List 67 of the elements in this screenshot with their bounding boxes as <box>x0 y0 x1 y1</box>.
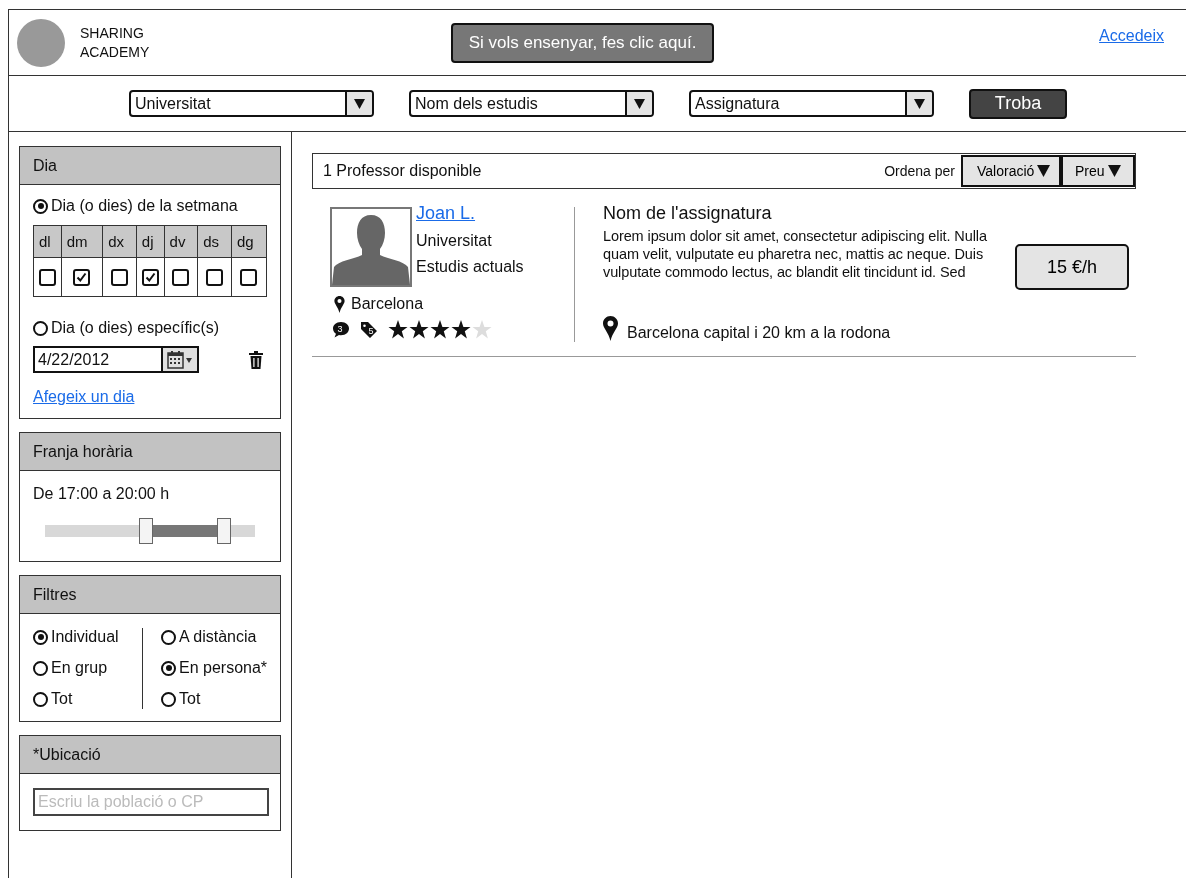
login-link[interactable]: Accedeix <box>1099 26 1164 45</box>
caret-icon <box>1107 165 1121 177</box>
price-button[interactable]: 15 €/h <box>1015 244 1129 290</box>
teacher-name-link[interactable]: Joan L. <box>416 203 524 224</box>
caret-icon <box>634 98 645 109</box>
location-field[interactable]: Escriu la població o CP <box>33 788 269 816</box>
teacher-university: Universitat <box>416 232 493 250</box>
logo-text: SHARING ACADEMY <box>80 23 151 62</box>
table-cell: dj <box>136 225 165 258</box>
check-icon <box>144 272 156 284</box>
checkbox[interactable] <box>240 269 258 287</box>
subject-description: Lorem ipsum dolor sit amet, consectetur adipiscing elit. Nulla quam velit, vulputate eu pharetra nec, mattis ac neque. Duis vulputate commodo lectus, ac blandit elit tincidunt id. Sed <box>603 227 988 281</box>
checkbox[interactable] <box>206 269 224 287</box>
radio-option[interactable]: Dia (o dies) específic(s) <box>33 319 267 337</box>
panel-title: Dia <box>33 156 57 175</box>
radio-option[interactable]: Tot <box>33 690 142 708</box>
sort-button[interactable]: Valoració <box>961 155 1061 187</box>
slider-thumb[interactable] <box>216 518 231 544</box>
panel-title: *Ubicació <box>33 745 101 764</box>
table-cell: dg <box>231 225 267 258</box>
table-cell: ds <box>197 225 232 258</box>
checkbox[interactable] <box>38 269 56 287</box>
radio-option[interactable]: A distància <box>161 628 268 646</box>
table-cell: dv <box>164 225 198 258</box>
table-cell: dm <box>61 225 103 258</box>
checkbox[interactable] <box>172 269 190 287</box>
sort-button[interactable]: Preu <box>1061 155 1135 187</box>
dropdown[interactable]: Nom dels estudis <box>409 90 654 117</box>
dropdown[interactable]: Universitat <box>129 90 374 117</box>
search-button[interactable]: Troba <box>969 88 1067 119</box>
location-pin-icon <box>334 295 345 313</box>
radio-option[interactable]: Individual <box>33 628 142 646</box>
time-range-text: De 17:00 a 20:00 h <box>33 485 171 503</box>
checkbox[interactable] <box>141 269 159 287</box>
logo-placeholder <box>17 18 65 67</box>
service-area: Barcelona capital i 20 km a la rodona <box>627 324 891 342</box>
radio-option[interactable]: Dia (o dies) de la setmana <box>33 197 267 215</box>
sort-label: Ordena per <box>884 163 955 179</box>
teacher-studies: Estudis actuals <box>416 258 524 276</box>
radio-option[interactable]: En grup <box>33 659 142 677</box>
calendar-icon <box>167 350 193 369</box>
radio-option[interactable]: En persona* <box>161 659 268 677</box>
radio-option[interactable]: Tot <box>161 690 268 708</box>
date-field[interactable]: 4/22/2012 <box>33 346 161 373</box>
table-cell: dx <box>102 225 137 258</box>
add-day-link[interactable]: Afegeix un dia <box>33 388 135 406</box>
teacher-city: Barcelona <box>351 295 424 313</box>
slider-thumb[interactable] <box>138 518 153 544</box>
results-count: 1 Professor disponible <box>323 162 483 180</box>
dropdown[interactable]: Assignatura <box>689 90 934 117</box>
checkbox[interactable] <box>73 269 91 287</box>
caret-icon <box>1037 165 1051 177</box>
trash-icon[interactable] <box>249 350 263 369</box>
panel-title: Franja horària <box>33 442 133 461</box>
comment-count-badge: 3 <box>332 321 350 338</box>
table-cell: dl <box>33 225 62 258</box>
caret-icon <box>914 98 925 109</box>
check-icon <box>76 272 88 284</box>
teach-button[interactable]: Si vols ensenyar, fes clic aquí. <box>450 22 715 63</box>
location-pin-icon <box>603 315 618 342</box>
tag-count-badge: 5 <box>360 321 378 338</box>
panel-title: Filtres <box>33 585 77 604</box>
calendar-button[interactable] <box>161 346 199 373</box>
caret-icon <box>354 98 365 109</box>
checkbox[interactable] <box>111 269 128 287</box>
range-slider[interactable] <box>45 517 255 545</box>
subject-title: Nom de l'assignatura <box>603 203 773 224</box>
